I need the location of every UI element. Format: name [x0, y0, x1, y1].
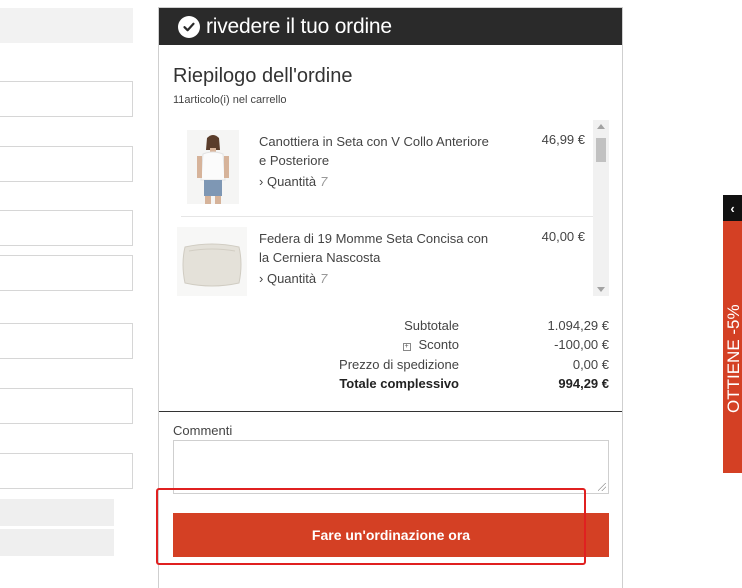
discount-label: Sconto — [418, 337, 459, 353]
form-option[interactable] — [0, 499, 114, 526]
quantity-label: Quantità — [266, 174, 317, 189]
shipping-value: 0,00 € — [572, 356, 609, 372]
item-name[interactable]: Federa di 19 Momme Seta Concisa con la C… — [259, 229, 499, 267]
expand-plus-icon[interactable]: + — [402, 343, 411, 352]
panel-header: rivedere il tuo ordine — [159, 8, 622, 45]
form-field[interactable] — [0, 81, 133, 117]
panel-title: rivedere il tuo ordine — [206, 14, 392, 38]
form-field[interactable] — [0, 255, 133, 291]
checkout-form-column — [0, 0, 140, 588]
shipping-row: Prezzo di spedizione 0,00 € — [309, 357, 609, 376]
chevron-right-icon: › — [259, 174, 264, 189]
quantity-value: 7 — [320, 174, 328, 189]
chevron-right-icon: › — [259, 271, 264, 286]
items-scrollbar[interactable] — [593, 120, 609, 296]
comments-textarea[interactable] — [173, 440, 609, 494]
quantity-value: 7 — [320, 271, 328, 286]
grand-total-row: Totale complessivo 994,29 € — [309, 376, 609, 395]
scroll-thumb[interactable] — [596, 138, 606, 162]
cart-items-list[interactable]: Canottiera in Seta con V Collo Anteriore… — [173, 118, 609, 296]
discount-row[interactable]: + Sconto -100,00 € — [309, 337, 609, 356]
cart-item: Canottiera in Seta con V Collo Anteriore… — [177, 124, 593, 217]
scroll-down-icon[interactable] — [597, 287, 605, 292]
order-totals: Subtotale 1.094,29 € + Sconto -100,00 € P… — [309, 318, 609, 395]
form-field[interactable] — [0, 453, 133, 489]
product-image[interactable] — [187, 130, 239, 204]
form-option[interactable] — [0, 529, 114, 556]
form-field[interactable] — [0, 323, 133, 359]
item-divider — [181, 216, 593, 217]
discount-value: -100,00 € — [554, 337, 609, 353]
item-price: 40,00 € — [541, 229, 585, 244]
section-divider — [159, 411, 622, 412]
highlight-box — [156, 488, 586, 565]
promo-side-tab[interactable]: ‹ OTTIENE -5% — [723, 195, 742, 473]
grand-total-value: 994,29 € — [558, 375, 609, 391]
cart-count: 11articolo(i) nel carrello — [173, 94, 287, 106]
product-image[interactable] — [177, 227, 247, 296]
item-name[interactable]: Canottiera in Seta con V Collo Anteriore… — [259, 132, 499, 170]
shipping-label: Prezzo di spedizione — [339, 356, 459, 372]
subtotal-value: 1.094,29 € — [547, 318, 609, 333]
subtotal-row: Subtotale 1.094,29 € — [309, 318, 609, 337]
form-field[interactable] — [0, 146, 133, 182]
grand-total-label: Totale complessivo — [339, 375, 459, 391]
resize-grip-icon[interactable] — [598, 483, 606, 491]
item-price: 46,99 € — [541, 132, 585, 147]
check-circle-icon — [178, 15, 200, 38]
quantity-label: Quantità — [266, 271, 317, 286]
promo-text[interactable]: OTTIENE -5% — [724, 213, 742, 413]
cart-item: Federa di 19 Momme Seta Concisa con la C… — [177, 221, 589, 296]
form-section-header — [0, 8, 133, 43]
form-field[interactable] — [0, 210, 133, 246]
subtotal-label: Subtotale — [404, 318, 459, 333]
comments-label: Commenti — [173, 423, 233, 438]
form-field[interactable] — [0, 388, 133, 424]
scroll-up-icon[interactable] — [597, 124, 605, 129]
order-summary-title: Riepilogo dell'ordine — [173, 65, 353, 87]
item-quantity[interactable]: › Quantità 7 — [259, 174, 327, 189]
item-quantity[interactable]: › Quantità 7 — [259, 271, 327, 286]
